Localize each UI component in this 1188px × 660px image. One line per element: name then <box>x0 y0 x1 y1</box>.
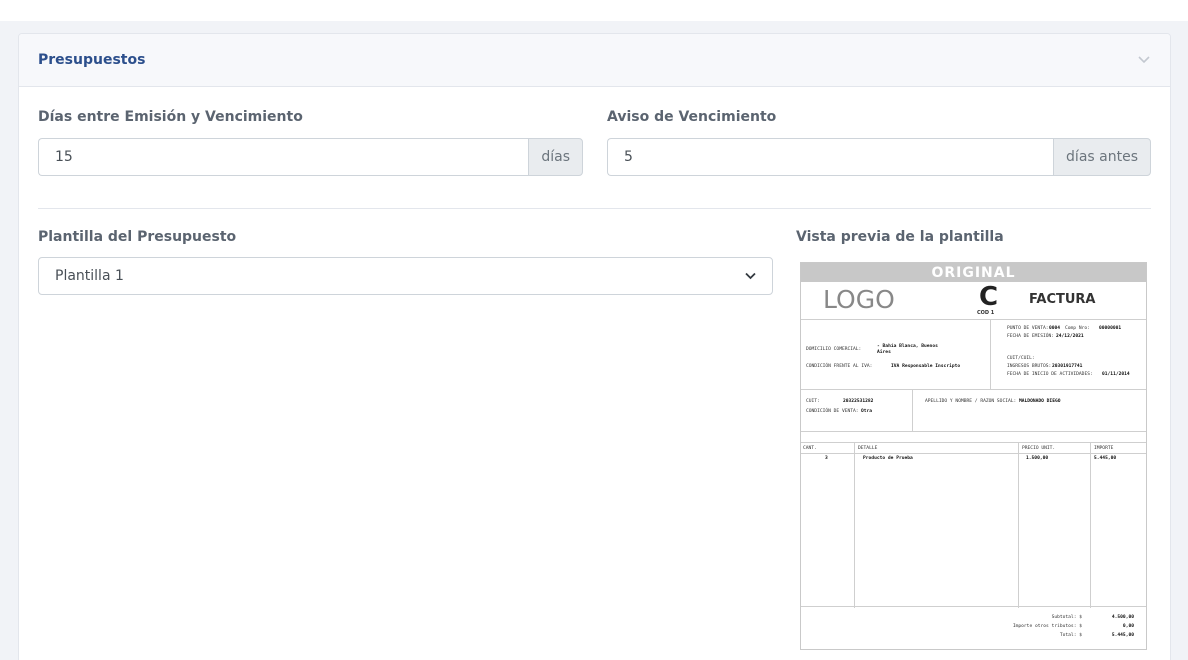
dias-emision-addon: días <box>528 138 583 176</box>
panel-title: Presupuestos <box>38 52 146 68</box>
plantilla-select[interactable]: Plantilla 1 <box>38 257 773 295</box>
preview-col-precio: PRECIO UNIT. <box>1022 446 1056 451</box>
preview-iva: IVA Responsable Inscripto <box>891 364 961 369</box>
preview-totals: Subtotal: $ 4.500,00 Importe otros tribu… <box>801 607 1146 643</box>
chevron-down-icon <box>745 268 756 284</box>
preview-col-importe: IMPORTE <box>1094 446 1114 451</box>
presupuestos-panel: Presupuestos Días entre Emisión y Vencim… <box>18 33 1171 660</box>
preview-row-precio: 1.500,00 <box>1026 456 1049 461</box>
preview-header: LOGO C COD 1 FACTURA <box>801 282 1146 320</box>
preview-apellido-label: APELLIDO Y NOMBRE / RAZON SOCIAL: <box>925 399 1017 404</box>
preview-total: 5.445,00 <box>1111 633 1134 638</box>
panel-header[interactable]: Presupuestos <box>19 34 1170 87</box>
preview-cod: COD 1 <box>977 310 995 316</box>
dias-emision-group: 15 días <box>38 138 583 176</box>
preview-domicilio-2: Aires <box>877 350 891 355</box>
preview-fecha-emision: 24/12/2021 <box>1056 334 1084 339</box>
preview-row-importe: 5.445,00 <box>1094 456 1117 461</box>
preview-letter: C <box>979 282 999 312</box>
preview-punto-venta: 0004 <box>1049 326 1061 331</box>
preview-fecha-emision-label: FECHA DE EMISIÓN: <box>1007 334 1055 339</box>
preview-cond-venta-label: CONDICIÓN DE VENTA: <box>806 409 859 414</box>
preview-punto-venta-label: PUNTO DE VENTA: <box>1007 326 1049 331</box>
top-bar <box>0 0 1188 21</box>
preview-total-label: Total: $ <box>1059 633 1082 638</box>
preview-original-band: ORIGINAL <box>801 263 1146 282</box>
plantilla-label: Plantilla del Presupuesto <box>38 229 237 245</box>
preview-emisor-section: DOMICILIO COMERCIAL: - Bahía Blanca, Bue… <box>801 320 1146 390</box>
preview-subtotal-label: Subtotal: $ <box>1051 615 1082 620</box>
chevron-down-icon[interactable] <box>1137 53 1151 67</box>
aviso-addon: días antes <box>1053 138 1151 176</box>
dias-emision-label: Días entre Emisión y Vencimiento <box>38 109 303 125</box>
preview-label: Vista previa de la plantilla <box>796 229 1004 245</box>
preview-doc-type: FACTURA <box>1029 292 1096 307</box>
preview-subtotal: 4.500,00 <box>1111 615 1134 620</box>
preview-row-detalle: Producto de Prueba <box>863 456 913 461</box>
preview-otros: 0,00 <box>1122 624 1134 629</box>
preview-col-detalle: DETALLE <box>858 446 878 451</box>
preview-logo: LOGO <box>823 285 895 314</box>
preview-cond-venta: Otra <box>861 409 873 414</box>
template-preview: ORIGINAL LOGO C COD 1 FACTURA DOMICILIO … <box>800 262 1147 650</box>
preview-iva-label: CONDICIÓN FRENTE AL IVA: <box>806 364 873 369</box>
preview-inicio: 01/11/2014 <box>1102 372 1130 377</box>
preview-apellido: MALDONADO DIEGO <box>1019 399 1061 404</box>
plantilla-selected: Plantilla 1 <box>55 268 124 284</box>
preview-items-gap <box>801 432 1146 442</box>
preview-comp-nro: 00000001 <box>1099 326 1122 331</box>
preview-ingresos-label: INGRESOS BRUTOS: <box>1007 364 1052 369</box>
preview-cliente-section: CUIT: 20322531282 CONDICIÓN DE VENTA: Ot… <box>801 390 1146 432</box>
preview-col-cant: CANT. <box>803 446 817 451</box>
preview-items-table: CANT. DETALLE PRECIO UNIT. IMPORTE 3 Pro… <box>801 442 1146 608</box>
preview-inicio-label: FECHA DE INICIO DE ACTIVIDADES: <box>1007 372 1093 377</box>
aviso-group: 5 días antes <box>607 138 1151 176</box>
preview-cuit-emisor-label: CUIT/CUIL: <box>1007 356 1035 361</box>
preview-otros-label: Importe otros tributos: $ <box>1012 624 1082 629</box>
preview-row-cant: 3 <box>825 456 828 461</box>
preview-comp-nro-label: Comp Nro: <box>1065 326 1090 331</box>
section-divider <box>38 208 1151 209</box>
preview-cuit-label: CUIT: <box>806 399 820 404</box>
aviso-input[interactable]: 5 <box>607 138 1054 176</box>
dias-emision-input[interactable]: 15 <box>38 138 529 176</box>
preview-cuit: 20322531282 <box>843 399 874 404</box>
preview-ingresos: 20301917741 <box>1052 364 1083 369</box>
preview-domicilio-label: DOMICILIO COMERCIAL: <box>806 347 862 352</box>
aviso-label: Aviso de Vencimiento <box>607 109 777 125</box>
